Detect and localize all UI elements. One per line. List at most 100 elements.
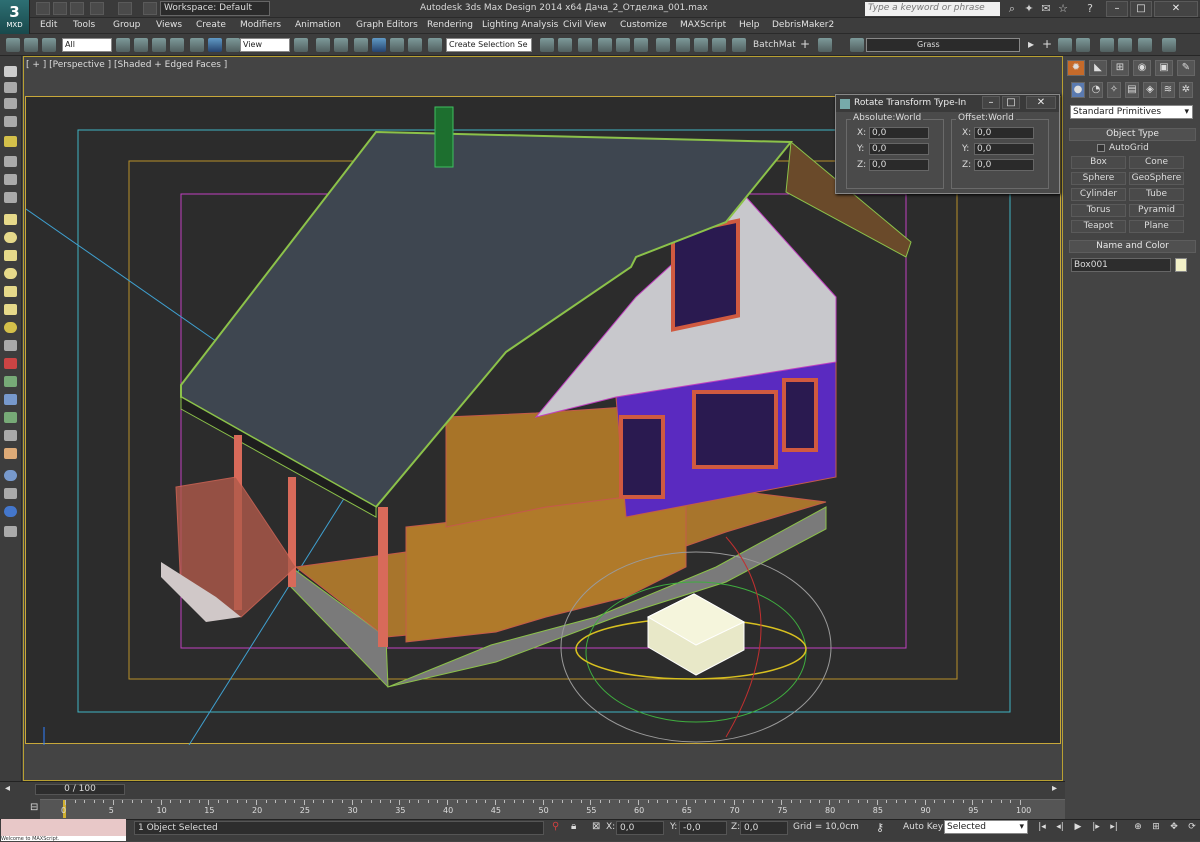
menu-graph-editors[interactable]: Graph Editors [356,20,418,30]
tube-button[interactable]: Tube [1129,188,1184,201]
go-to-start-icon[interactable]: |◂ [1034,820,1050,834]
sphere-icon[interactable] [4,232,17,243]
menu-civil-view[interactable]: Civil View [563,20,606,30]
scale-icon[interactable] [226,38,240,52]
scene-explorer-icon[interactable] [1118,38,1132,52]
selection-filter-dropdown[interactable]: All [62,38,112,52]
rectangular-selection-icon[interactable] [152,38,166,52]
light-icon[interactable] [4,136,17,147]
cylinder-icon[interactable] [4,250,17,261]
add-to-layer-icon[interactable]: + [1042,37,1052,51]
camera-icon[interactable] [4,156,17,167]
menu-help[interactable]: Help [739,20,760,30]
geometry-icon[interactable]: ● [1071,82,1085,98]
time-slider-next-icon[interactable]: ▸ [1052,783,1057,794]
select-in-layer-icon[interactable] [1058,38,1072,52]
systems-icon[interactable]: ✲ [1179,82,1193,98]
percent-snap-icon[interactable] [390,38,404,52]
lights-icon[interactable]: ✧ [1107,82,1121,98]
viewport-label[interactable]: [ + ] [Perspective ] [Shaded + Edged Fac… [26,60,227,70]
pointer-icon[interactable] [4,82,17,93]
menu-customize[interactable]: Customize [620,20,667,30]
geosphere-icon[interactable] [4,322,17,333]
search-input[interactable]: Type a keyword or phrase [865,2,1000,16]
layer-manager-icon[interactable] [578,38,592,52]
key-icon[interactable]: ⚷ [876,821,884,834]
plane-button[interactable]: Plane [1129,220,1184,233]
absolute-mode-icon[interactable]: ⊠ [592,821,600,832]
noise-icon[interactable] [4,430,17,441]
shapes-icon[interactable]: ◔ [1089,82,1103,98]
menu-views[interactable]: Views [156,20,182,30]
grid-icon[interactable] [4,116,17,127]
save-file-icon[interactable] [70,2,84,15]
menu-create[interactable]: Create [196,20,226,30]
lock-icon[interactable]: 🔒︎ [571,821,576,832]
plus-icon[interactable]: + [800,37,810,51]
off-z-field[interactable]: 0,0 [974,159,1034,171]
workspace-icon[interactable] [1162,38,1176,52]
redo-icon[interactable] [118,2,132,15]
dialog-maximize-icon[interactable]: □ [1002,96,1020,109]
select-icon[interactable] [4,66,17,77]
bind-space-warp-icon[interactable] [42,38,56,52]
binoculars-icon[interactable]: ⌕ [1005,2,1019,16]
auto-key-button[interactable]: Auto Key [903,822,943,832]
close-icon[interactable]: ✕ [1154,1,1198,17]
mirror-icon[interactable] [540,38,554,52]
angle-snap-icon[interactable] [372,38,386,52]
orbit-icon[interactable]: ⟳ [1184,820,1200,834]
display-icon[interactable] [4,470,17,481]
abs-x-field[interactable]: 0,0 [869,127,929,139]
next-frame-icon[interactable]: |▸ [1088,820,1104,834]
zoom-icon[interactable]: ⊕ [1130,820,1146,834]
workspace-dropdown[interactable]: Workspace: Default [160,1,270,16]
y-coord-field[interactable]: -0,0 [679,821,727,835]
rotate-transform-dialog[interactable]: Rotate Transform Type-In – □ ✕ Absolute:… [835,94,1060,194]
bend-icon[interactable] [4,376,17,387]
pan-icon[interactable]: ✥ [1166,820,1182,834]
spacewarps-icon[interactable]: ≋ [1161,82,1175,98]
previous-frame-icon[interactable]: ◂| [1052,820,1068,834]
time-slider-prev-icon[interactable]: ◂ [5,783,10,794]
cone-icon[interactable] [4,286,17,297]
hierarchy-icon[interactable] [4,506,17,517]
geosphere-button[interactable]: GeoSphere [1129,172,1184,185]
off-x-field[interactable]: 0,0 [974,127,1034,139]
motion-icon[interactable] [4,526,17,537]
display-tab-icon[interactable]: ▣ [1155,60,1173,76]
new-file-icon[interactable] [36,2,50,15]
menu-animation[interactable]: Animation [295,20,341,30]
align-icon[interactable] [558,38,572,52]
torus-icon[interactable] [4,268,17,279]
current-layer-dropdown[interactable]: Grass [866,38,1020,52]
abs-z-field[interactable]: 0,0 [869,159,929,171]
helper-icon[interactable] [4,174,17,185]
x-coord-field[interactable]: 0,0 [616,821,664,835]
hierarchy-tab-icon[interactable]: ⊞ [1111,60,1129,76]
key-filter-dropdown[interactable]: Selected ▾ [944,820,1028,834]
box-icon[interactable] [4,214,17,225]
keyboard-shortcut-icon[interactable] [334,38,348,52]
communication-icon[interactable]: ✉ [1039,2,1053,16]
teapot-button[interactable]: Teapot [1071,220,1126,233]
z-coord-field[interactable]: 0,0 [740,821,788,835]
snaps-toggle-icon[interactable] [354,38,368,52]
rendered-frame-icon[interactable] [694,38,708,52]
object-color-swatch[interactable] [1175,258,1187,272]
undo-icon[interactable] [90,2,104,15]
pyramid-icon[interactable] [4,304,17,315]
list-icon[interactable] [4,98,17,109]
select-manipulate-icon[interactable] [316,38,330,52]
torus-button[interactable]: Torus [1071,204,1126,217]
named-selection-dropdown[interactable]: Create Selection Se [446,38,532,52]
unlink-icon[interactable] [24,38,38,52]
menu-debrismaker[interactable]: DebrisMaker2 [772,20,834,30]
help-icon[interactable]: ? [1083,2,1097,16]
menu-maxscript[interactable]: MAXScript [680,20,726,30]
select-by-name-icon[interactable] [134,38,148,52]
menu-lighting-analysis[interactable]: Lighting Analysis [482,20,558,30]
time-slider[interactable]: 0 / 100 [35,784,125,795]
category-dropdown[interactable]: Standard Primitives ▾ [1070,105,1193,119]
move-icon[interactable] [190,38,204,52]
